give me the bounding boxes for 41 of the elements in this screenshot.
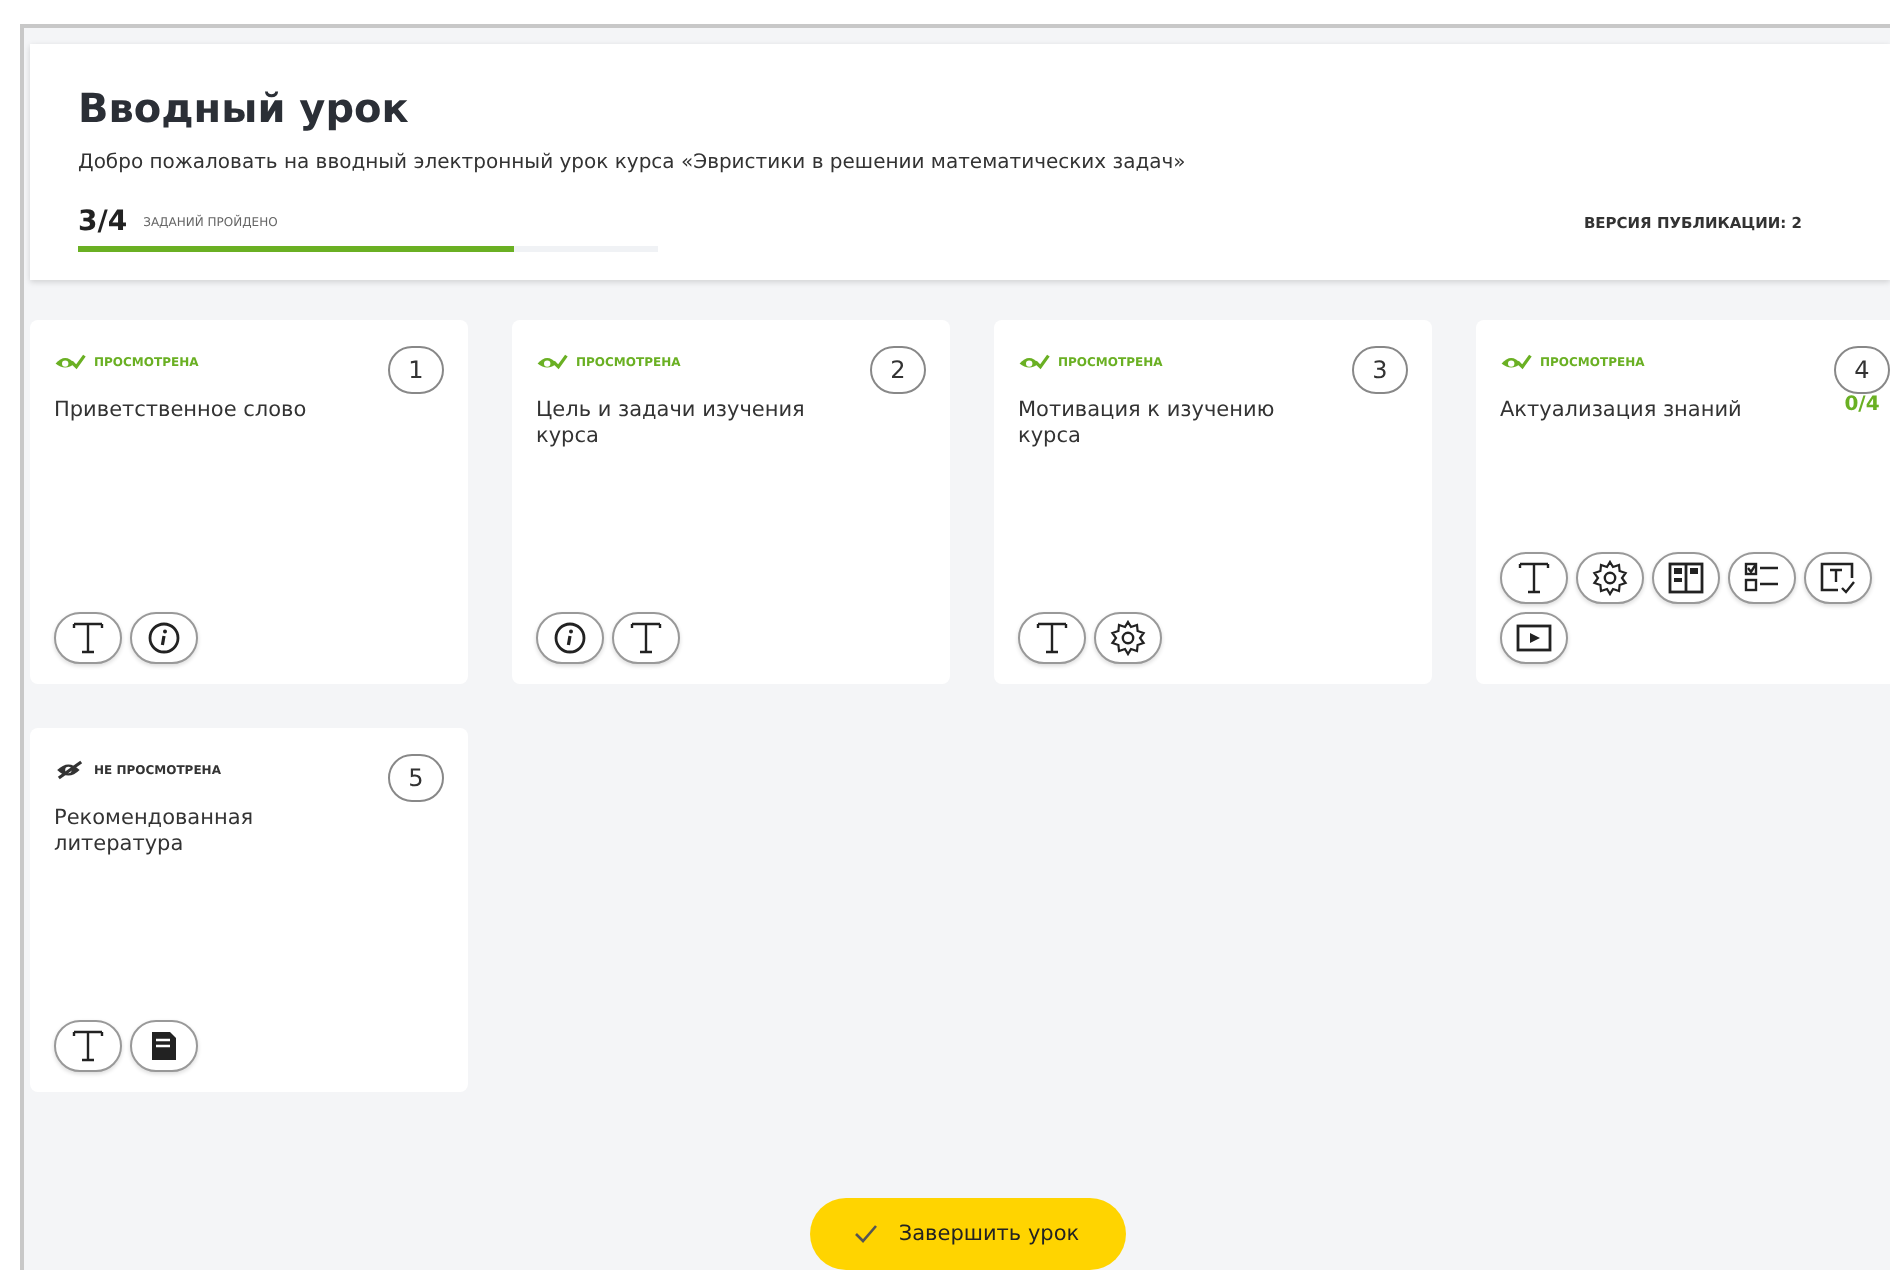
progress-count: 3/4 bbox=[78, 206, 128, 238]
text-tool-button[interactable] bbox=[54, 1020, 122, 1072]
letter-t-icon bbox=[1032, 618, 1072, 658]
video-tool-button[interactable] bbox=[1500, 612, 1568, 664]
gear-icon bbox=[1108, 618, 1148, 658]
lesson-title: Рекомендованная литература bbox=[54, 806, 256, 857]
letter-t-icon bbox=[68, 1026, 108, 1066]
checklist-tool-button[interactable] bbox=[1728, 552, 1796, 604]
columns-icon bbox=[1666, 558, 1706, 598]
text-check-icon bbox=[1818, 558, 1858, 598]
gear-icon bbox=[1590, 558, 1630, 598]
info-icon bbox=[550, 618, 590, 658]
columns-tool-button[interactable] bbox=[1652, 552, 1720, 604]
gear-tool-button[interactable] bbox=[1094, 612, 1162, 664]
info-tool-button[interactable] bbox=[130, 612, 198, 664]
text-tool-button[interactable] bbox=[1500, 552, 1568, 604]
score-label: 0/4 bbox=[1844, 394, 1880, 416]
lesson-title: Мотивация к изучению курса bbox=[1018, 398, 1277, 449]
lesson-number: 1 bbox=[388, 346, 444, 394]
lesson-title: Актуализация знаний bbox=[1500, 398, 1744, 424]
letter-t-icon bbox=[626, 618, 666, 658]
lesson-number: 4 bbox=[1834, 346, 1890, 394]
lesson-number: 5 bbox=[388, 754, 444, 802]
textcheck-tool-button[interactable] bbox=[1804, 552, 1872, 604]
lesson-number: 2 bbox=[870, 346, 926, 394]
text-tool-button[interactable] bbox=[1018, 612, 1086, 664]
text-tool-button[interactable] bbox=[612, 612, 680, 664]
lesson-description: Добро пожаловать на вводный электронный урок курса «Эвристики в решении математических задач» bbox=[78, 152, 1188, 174]
lesson-title: Вводный урок bbox=[78, 84, 411, 132]
info-tool-button[interactable] bbox=[536, 612, 604, 664]
finish-lesson-button[interactable]: Завершить урок bbox=[809, 1198, 1125, 1270]
info-icon bbox=[144, 618, 184, 658]
lesson-number: 3 bbox=[1352, 346, 1408, 394]
document-tool-button[interactable] bbox=[130, 1020, 198, 1072]
letter-t-icon bbox=[68, 618, 108, 658]
gear-tool-button[interactable] bbox=[1576, 552, 1644, 604]
check-icon bbox=[854, 1224, 879, 1244]
text-tool-button[interactable] bbox=[54, 612, 122, 664]
lesson-title: Цель и задачи изучения курса bbox=[536, 398, 807, 449]
letter-t-icon bbox=[1514, 558, 1554, 598]
lesson-title: Приветственное слово bbox=[54, 398, 309, 424]
